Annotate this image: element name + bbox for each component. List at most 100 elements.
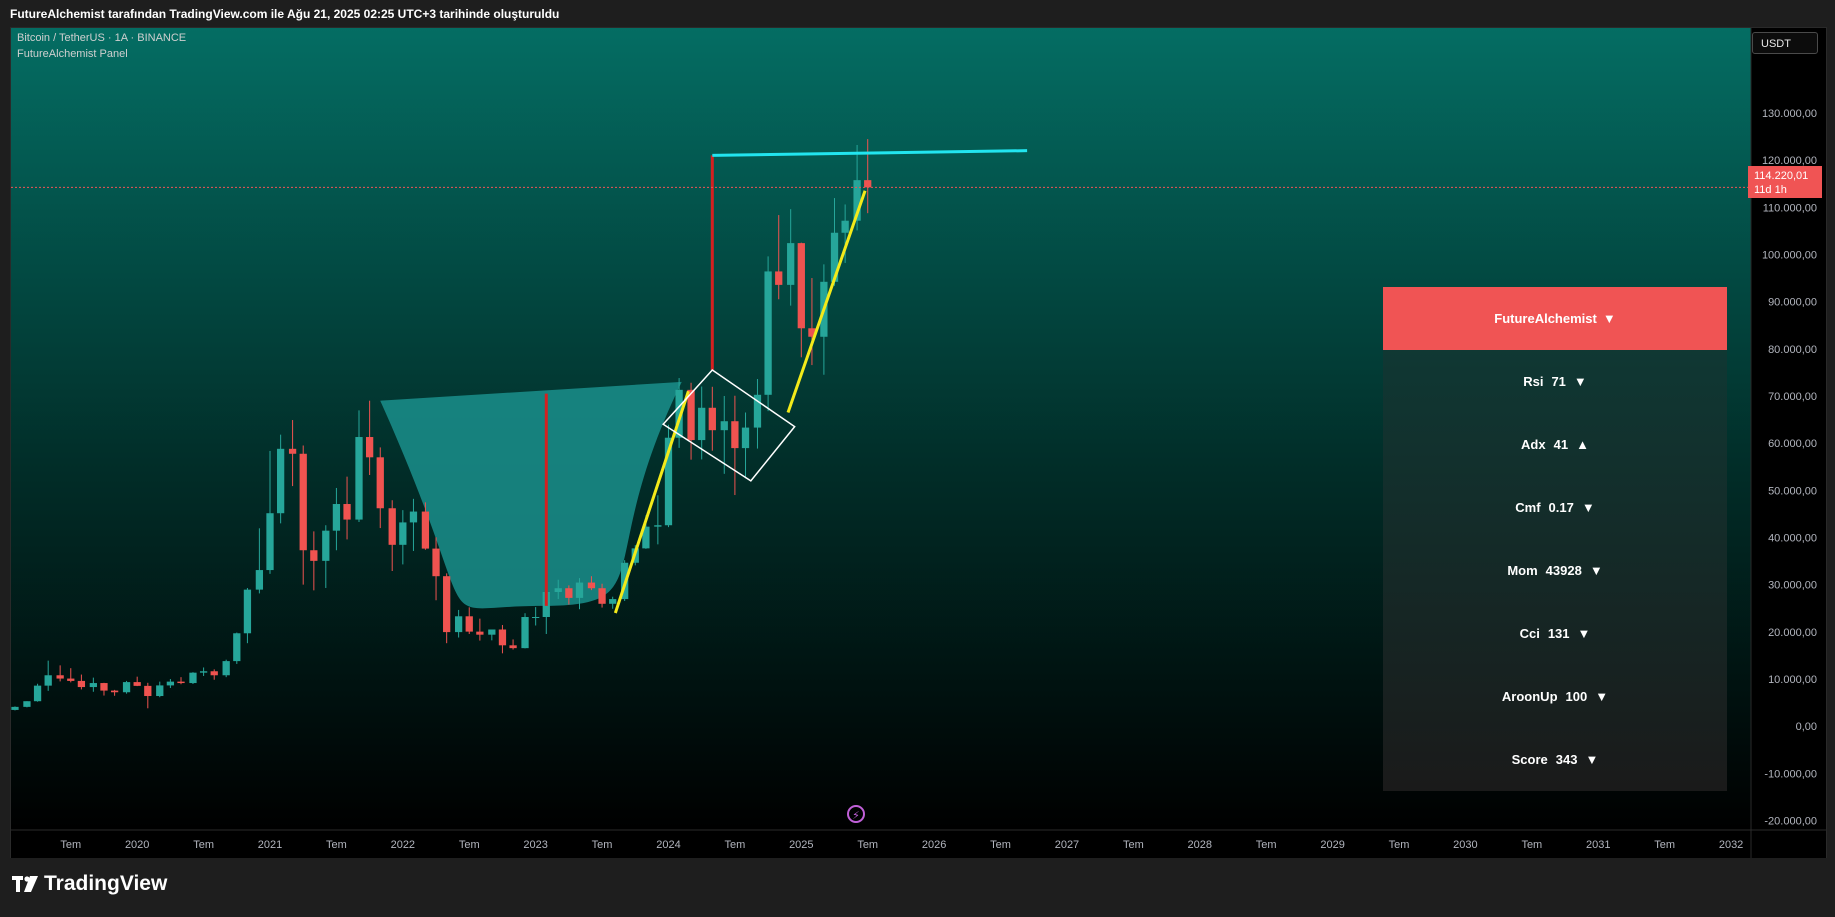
candle-body xyxy=(708,407,716,431)
indicator-panel: FutureAlchemist ▼ Rsi 71 ▼ Adx 41 ▲ Cmf … xyxy=(1383,287,1727,791)
x-axis-tick-label: 2022 xyxy=(391,839,415,851)
footer-bar xyxy=(0,858,1835,917)
row-label: Rsi xyxy=(1523,374,1544,389)
candle-body xyxy=(587,582,596,589)
panel-row-mom: Mom 43928 ▼ xyxy=(1383,539,1727,602)
candle-body xyxy=(23,701,31,707)
candle-body xyxy=(210,671,218,676)
candle-body xyxy=(133,682,141,686)
candle-body xyxy=(443,576,451,633)
candle-body xyxy=(177,681,185,684)
candle-body xyxy=(698,407,706,441)
candle-body xyxy=(797,243,805,329)
x-axis-tick-label: Tem xyxy=(990,839,1011,851)
panel-row-aroonup: AroonUp 100 ▼ xyxy=(1383,665,1727,728)
candle-body xyxy=(110,690,119,693)
symbol-info[interactable]: Bitcoin / TetherUS · 1A · BINANCE xyxy=(17,32,186,44)
x-axis-tick-label: Tem xyxy=(857,839,878,851)
candle-body xyxy=(322,530,330,561)
candle-body xyxy=(266,513,274,571)
candle-body xyxy=(355,437,363,520)
panel-row-adx: Adx 41 ▲ xyxy=(1383,413,1727,476)
candle-body xyxy=(67,678,75,681)
candle-body xyxy=(720,421,728,431)
y-axis-tick-label: 50.000,00 xyxy=(1768,485,1817,497)
candle-body xyxy=(565,588,573,598)
x-axis-tick-label: 2020 xyxy=(125,839,149,851)
y-axis-tick-label: 0,00 xyxy=(1796,721,1817,733)
candle-body xyxy=(89,683,97,688)
candle-body xyxy=(399,522,407,545)
candle-body xyxy=(388,508,396,545)
candle-body xyxy=(189,672,197,684)
row-value: 41 xyxy=(1553,437,1569,452)
y-axis-tick-label: 10.000,00 xyxy=(1768,674,1817,686)
candle-body xyxy=(166,681,175,686)
y-axis-tick-label: 90.000,00 xyxy=(1768,297,1817,309)
row-label: AroonUp xyxy=(1501,689,1558,704)
y-axis-tick-label: -10.000,00 xyxy=(1764,768,1817,780)
candle-body xyxy=(299,453,307,551)
snapshot-caption: FutureAlchemist tarafından TradingView.c… xyxy=(10,7,560,21)
candle-body xyxy=(255,570,264,590)
candle-body xyxy=(554,588,562,592)
currency-selector[interactable]: USDT xyxy=(1752,32,1818,54)
candle-body xyxy=(243,589,252,634)
y-axis-tick-label: 80.000,00 xyxy=(1768,344,1817,356)
x-axis-tick-label: 2023 xyxy=(523,839,547,851)
lightning-icon[interactable]: ⚡ xyxy=(847,805,865,823)
y-axis-tick-label: 110.000,00 xyxy=(1763,202,1817,214)
x-axis-tick-label: 2021 xyxy=(258,839,282,851)
x-axis-tick-label: Tem xyxy=(1654,839,1675,851)
tradingview-logo[interactable]: TradingView xyxy=(12,872,167,896)
row-value: 343 xyxy=(1555,752,1578,767)
x-axis-tick-label: Tem xyxy=(1123,839,1144,851)
x-axis-tick-label: Tem xyxy=(1256,839,1277,851)
row-label: Cci xyxy=(1519,626,1540,641)
x-axis-tick-label: 2031 xyxy=(1586,839,1610,851)
trend-arrow-icon: ▼ xyxy=(1589,563,1603,578)
candle-body xyxy=(498,629,507,646)
panel-row-cmf: Cmf 0.17 ▼ xyxy=(1383,476,1727,539)
x-axis-tick-label: Tem xyxy=(592,839,613,851)
candle-body xyxy=(521,616,529,649)
candle-body xyxy=(56,675,64,679)
candle-body xyxy=(787,243,795,285)
row-label: Score xyxy=(1511,752,1548,767)
candle-body xyxy=(100,683,108,691)
candle-body xyxy=(598,588,606,604)
candle-body xyxy=(11,706,19,710)
candle-body xyxy=(288,448,297,454)
x-axis-tick-label: 2029 xyxy=(1320,839,1344,851)
trend-arrow-icon: ▼ xyxy=(1573,374,1587,389)
candle-body xyxy=(454,616,463,633)
x-axis-tick-label: Tem xyxy=(459,839,480,851)
candle-body xyxy=(465,616,473,632)
candle-body xyxy=(741,427,750,449)
candle-body xyxy=(654,525,662,527)
candle-body xyxy=(156,685,164,697)
candle-body xyxy=(841,220,849,233)
candle-body xyxy=(276,448,285,514)
caret-down-icon: ▼ xyxy=(1602,311,1616,326)
trend-arrow-icon: ▼ xyxy=(1595,689,1609,704)
last-price-value: 114.220,01 xyxy=(1754,170,1809,182)
y-axis-tick-label: 130.000,00 xyxy=(1762,108,1817,120)
candle-body xyxy=(199,671,208,673)
x-axis-tick-label: Tem xyxy=(1521,839,1542,851)
tradingview-logo-icon xyxy=(12,876,38,892)
candle-body xyxy=(33,685,42,702)
candle-body xyxy=(476,631,484,635)
candle-body xyxy=(432,548,440,577)
x-axis-tick-label: Tem xyxy=(1389,839,1410,851)
panel-header[interactable]: FutureAlchemist ▼ xyxy=(1383,287,1727,350)
trend-arrow-icon: ▼ xyxy=(1585,752,1599,767)
y-axis-tick-label: 60.000,00 xyxy=(1768,438,1817,450)
y-axis-tick-label: -20.000,00 xyxy=(1764,816,1817,828)
candle-body xyxy=(864,180,872,188)
brand-name: TradingView xyxy=(44,872,168,895)
panel-title: FutureAlchemist xyxy=(1494,311,1597,326)
x-axis-tick-label: Tem xyxy=(193,839,214,851)
candle-body xyxy=(233,633,241,662)
indicator-name[interactable]: FutureAlchemist Panel xyxy=(17,48,128,60)
